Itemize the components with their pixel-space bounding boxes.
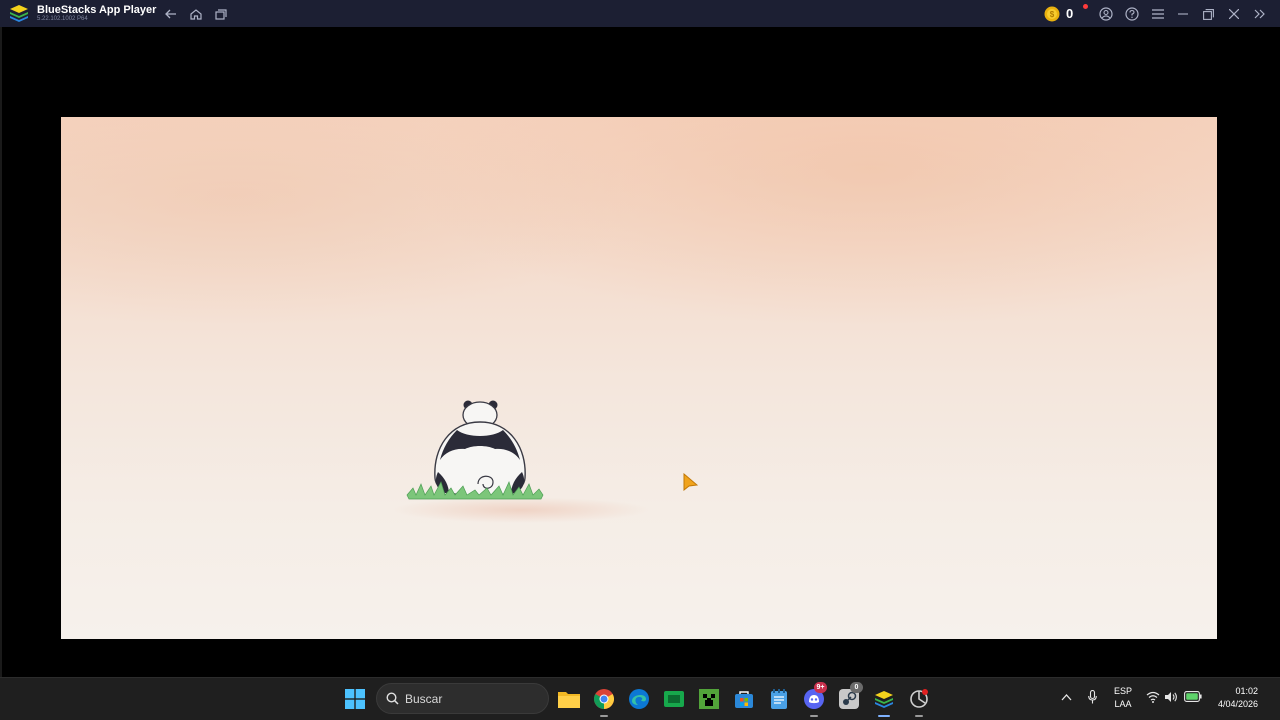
app-title: BlueStacks App Player [37, 4, 157, 16]
svg-text:$: $ [1050, 10, 1055, 19]
app-icon [910, 689, 928, 708]
running-indicator [915, 715, 923, 717]
expand-sidebar-button[interactable] [1249, 4, 1269, 24]
mouse-cursor-icon [683, 473, 698, 491]
account-button[interactable] [1096, 4, 1116, 24]
menu-button[interactable] [1148, 4, 1168, 24]
edge-icon [629, 689, 649, 709]
taskbar-app[interactable] [907, 687, 931, 717]
clock-time: 01:02 [1235, 686, 1258, 696]
taskbar-notepad[interactable] [767, 687, 791, 711]
app-version: 5.22.102.1002 P64 [37, 16, 88, 22]
taskbar-search[interactable]: Buscar [376, 683, 549, 714]
taskbar-green-app[interactable] [662, 687, 686, 711]
restore-icon [1202, 8, 1214, 20]
close-button[interactable] [1224, 4, 1244, 24]
multi-instance-button[interactable] [211, 4, 231, 24]
windows-taskbar: Buscar 9+ 0 ESP LAA 01:02 4/04/2026 [0, 677, 1280, 720]
windows-start-icon [345, 689, 365, 709]
microphone-icon[interactable] [1088, 690, 1097, 704]
search-icon [386, 692, 399, 705]
multi-instance-icon [215, 8, 227, 20]
taskbar-edge[interactable] [627, 687, 651, 711]
video-frame[interactable] [61, 117, 1217, 639]
steam-badge: 0 [850, 682, 863, 693]
discord-badge: 9+ [814, 682, 827, 693]
menu-icon [1152, 9, 1164, 19]
taskbar-chrome[interactable] [592, 687, 616, 717]
taskbar-file-explorer[interactable] [557, 687, 581, 711]
chrome-icon [594, 689, 614, 709]
coin-count: 0 [1066, 6, 1074, 21]
home-icon [190, 8, 202, 20]
language-line1: ESP [1113, 686, 1132, 696]
minimize-icon [1178, 13, 1188, 15]
language-indicator[interactable]: ESP LAA [1112, 685, 1134, 711]
wifi-icon[interactable] [1146, 691, 1160, 703]
taskbar-microsoft-store[interactable] [732, 687, 756, 711]
taskbar-bluestacks[interactable] [872, 687, 896, 717]
notepad-icon [771, 689, 787, 709]
file-explorer-icon [558, 692, 580, 708]
language-line2: LAA [1114, 699, 1132, 709]
coin-icon: $ [1044, 6, 1060, 22]
green-app-icon [664, 691, 684, 707]
panda-illustration [406, 400, 544, 500]
taskbar-steam[interactable]: 0 [837, 682, 863, 711]
coin-button[interactable]: $ [1042, 4, 1062, 24]
back-icon [165, 9, 176, 19]
home-button[interactable] [186, 4, 206, 24]
minimize-button[interactable] [1173, 4, 1193, 24]
bluestacks-icon [875, 691, 893, 708]
restore-button[interactable] [1198, 4, 1218, 24]
close-icon [1229, 9, 1239, 19]
microsoft-store-icon [735, 691, 753, 708]
help-button[interactable] [1122, 4, 1142, 24]
clock-date: 4/04/2026 [1217, 699, 1258, 709]
search-label: Buscar [405, 692, 443, 706]
emulator-screen[interactable] [0, 27, 1280, 677]
volume-icon[interactable] [1164, 691, 1178, 703]
taskbar-discord[interactable]: 9+ [802, 682, 827, 717]
bluestacks-logo-icon [10, 5, 28, 22]
system-clock[interactable]: 01:02 4/04/2026 [1206, 685, 1258, 711]
running-indicator [600, 715, 608, 717]
minecraft-icon [699, 689, 719, 709]
show-hidden-icons-chevron[interactable] [1061, 694, 1072, 701]
help-icon [1125, 7, 1139, 21]
notification-dot [1083, 4, 1088, 9]
taskbar-minecraft[interactable] [697, 687, 721, 711]
back-button[interactable] [161, 4, 181, 24]
expand-sidebar-icon [1254, 9, 1265, 19]
bluestacks-title-bar: BlueStacks App Player 5.22.102.1002 P64 … [0, 0, 1280, 27]
account-icon [1099, 7, 1113, 21]
active-indicator [878, 715, 890, 717]
battery-icon[interactable] [1184, 691, 1202, 702]
start-button[interactable] [343, 687, 367, 711]
running-indicator [810, 715, 818, 717]
